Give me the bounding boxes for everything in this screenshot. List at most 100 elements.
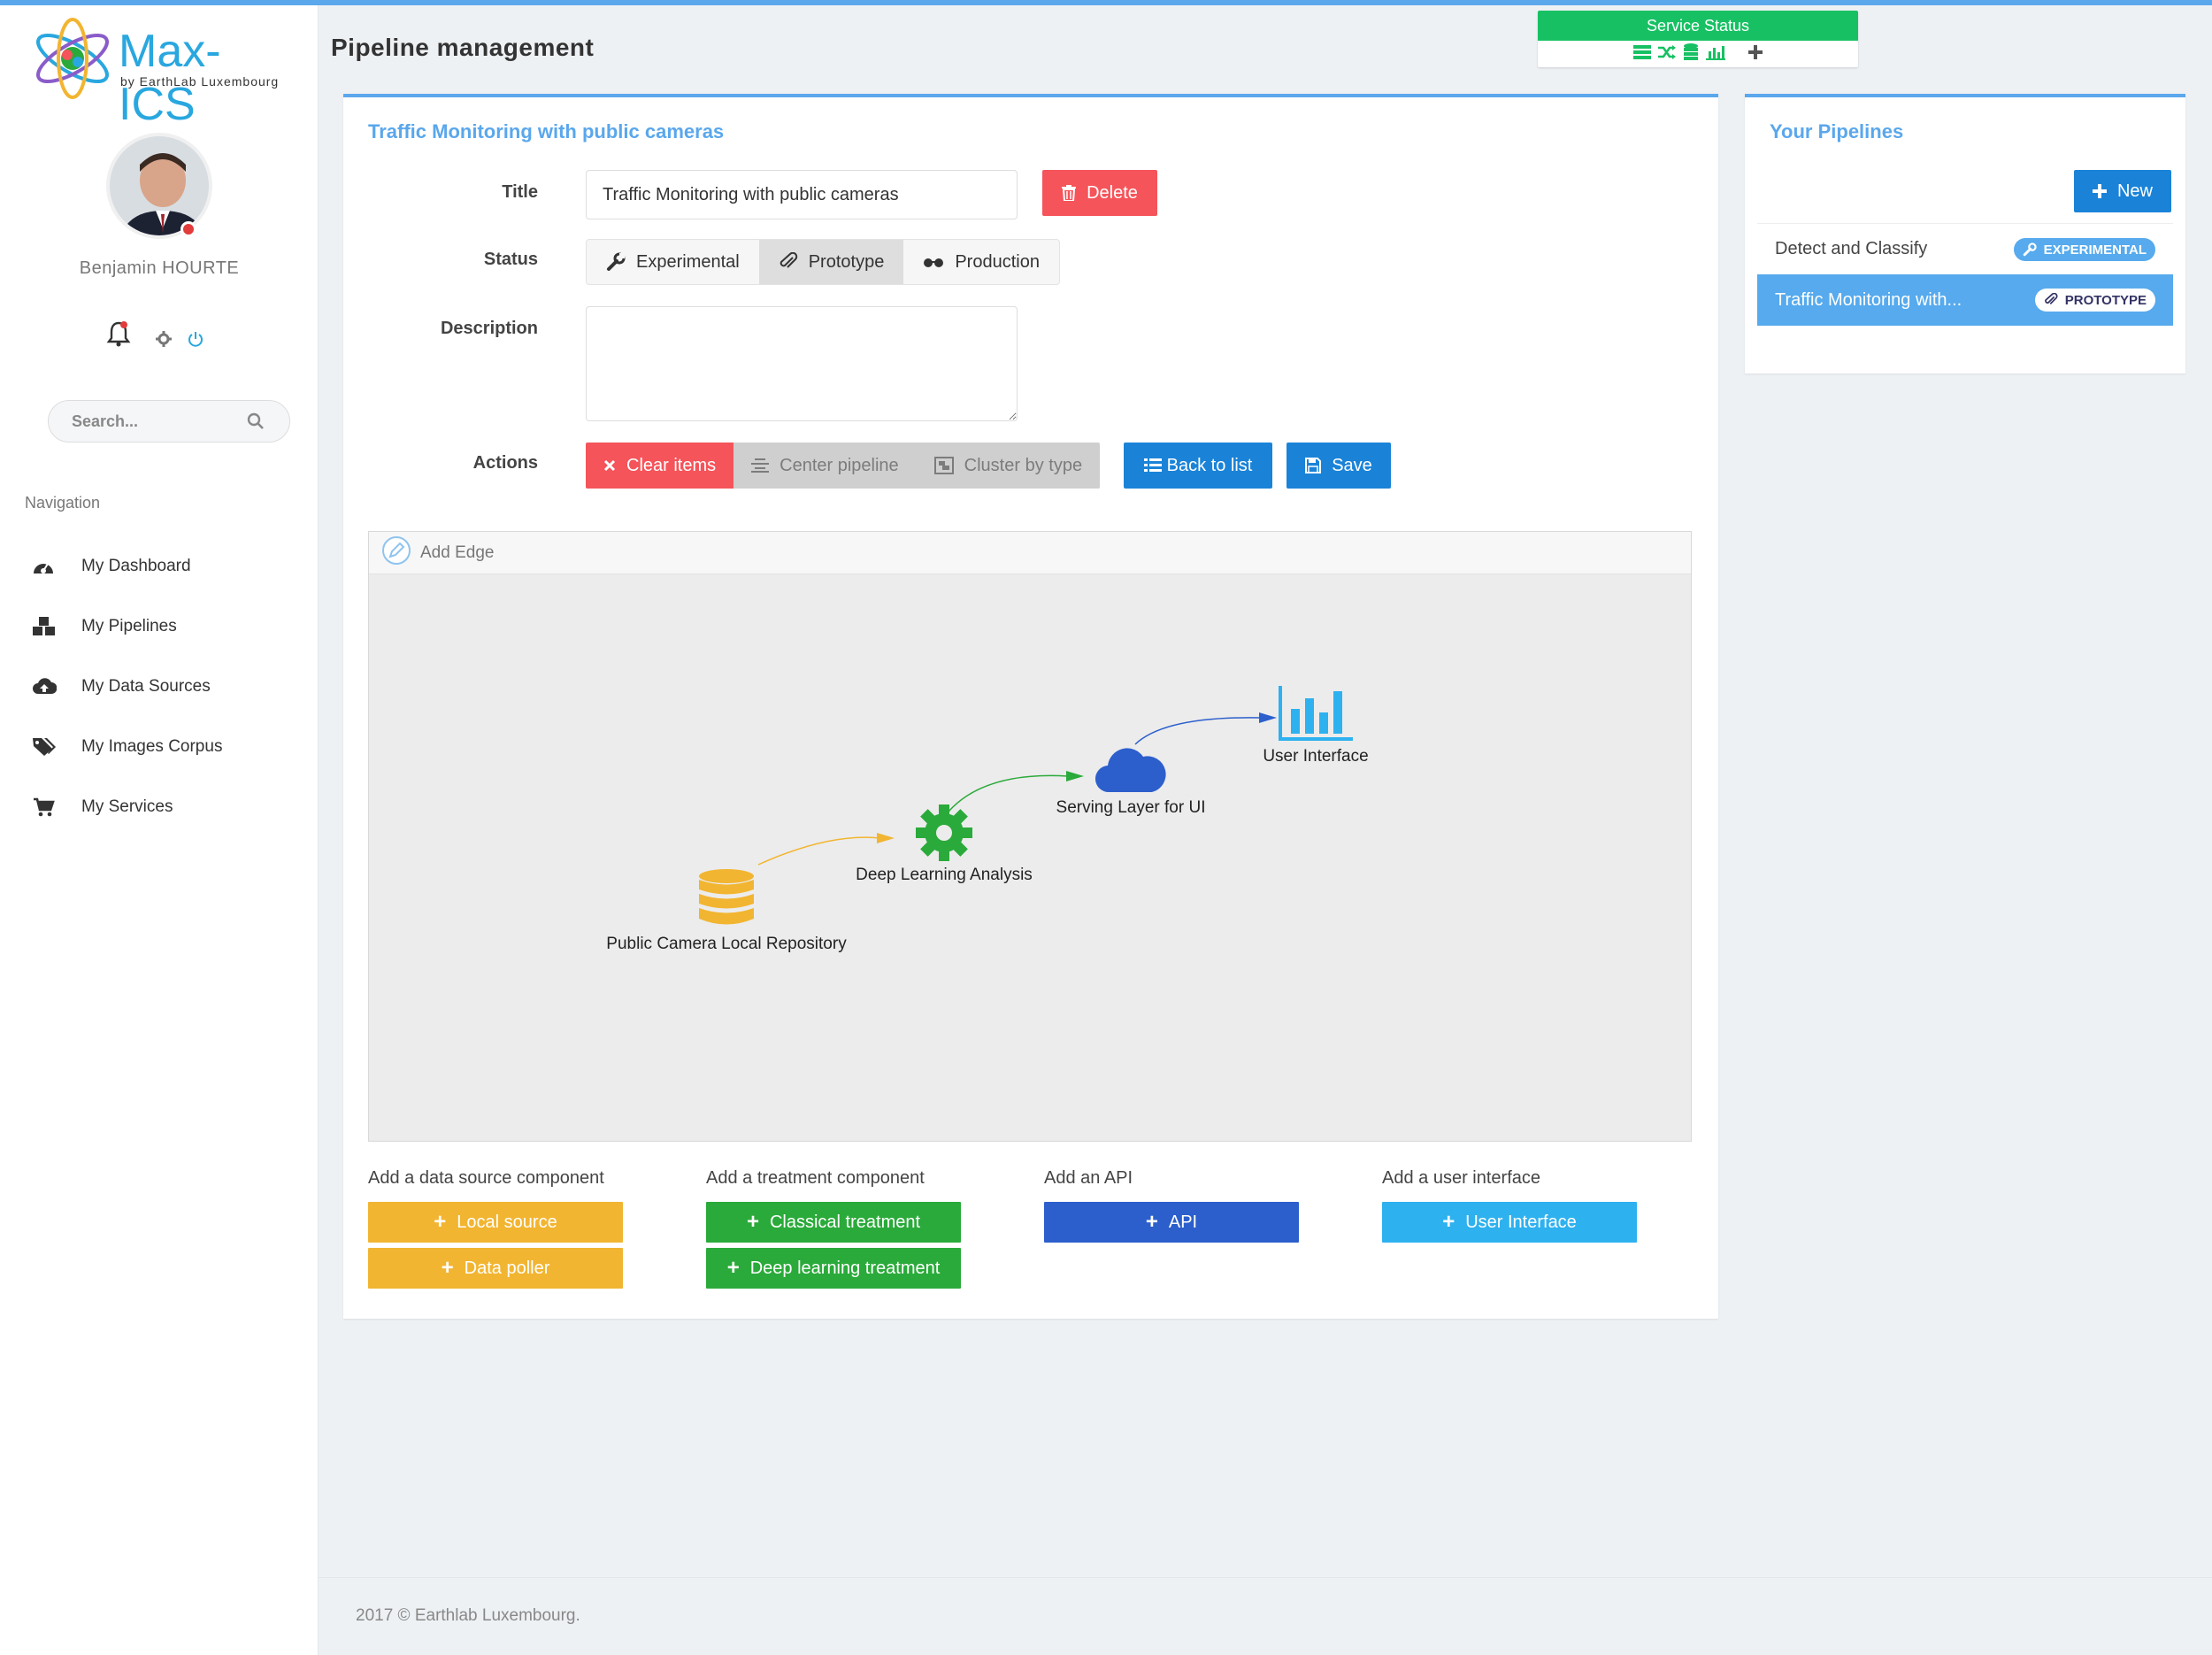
nav-item-images-corpus[interactable]: My Images Corpus <box>0 717 319 777</box>
plus-icon: + <box>726 1256 740 1280</box>
status-option-label: Production <box>955 251 1040 272</box>
add-data-source-title: Add a data source component <box>368 1168 604 1188</box>
top-accent-line <box>0 0 2212 5</box>
wrench-icon <box>2023 242 2037 257</box>
glasses-icon <box>923 255 944 269</box>
node-label: Deep Learning Analysis <box>856 866 1033 884</box>
pipeline-canvas[interactable]: Add Edge Public Camera Local Repository … <box>368 531 1692 1142</box>
your-pipelines-card: Your Pipelines New Detect and Classify E… <box>1745 94 2185 373</box>
status-experimental-button[interactable]: Experimental <box>587 240 759 284</box>
search-icon[interactable] <box>247 412 265 435</box>
page-title: Pipeline management <box>331 34 595 61</box>
status-option-label: Prototype <box>808 251 885 272</box>
back-to-list-label: Back to list <box>1166 455 1253 475</box>
sidebar: Max-ICS by EarthLab Luxembourg Benjamin … <box>0 5 319 1655</box>
add-api-title: Add an API <box>1044 1168 1133 1188</box>
node-user-interface[interactable]: User Interface <box>1201 686 1431 766</box>
tags-icon <box>32 736 60 758</box>
plus-icon: + <box>1145 1210 1158 1234</box>
nav-label: My Services <box>81 797 173 816</box>
avatar[interactable] <box>106 133 212 239</box>
status-prototype-button[interactable]: Prototype <box>758 240 904 284</box>
add-treatment-title: Add a treatment component <box>706 1168 925 1188</box>
gear-icon[interactable] <box>156 331 172 351</box>
footer-text: 2017 © Earthlab Luxembourg. <box>356 1606 580 1625</box>
node-label: Serving Layer for UI <box>1056 798 1206 817</box>
deep-learning-treatment-button[interactable]: + Deep learning treatment <box>706 1248 961 1289</box>
back-to-list-button[interactable]: Back to list <box>1124 443 1272 489</box>
button-label: Local source <box>457 1212 557 1232</box>
pipeline-list-item[interactable]: Detect and Classify Experimental <box>1757 223 2173 274</box>
user-tools <box>106 319 221 354</box>
plus-icon: + <box>1442 1210 1455 1234</box>
bar-chart-icon <box>1279 686 1353 741</box>
align-center-icon <box>751 458 770 473</box>
card-title: Traffic Monitoring with public cameras <box>368 120 725 142</box>
app-logo[interactable]: Max-ICS by EarthLab Luxembourg <box>28 14 294 130</box>
database-icon <box>699 869 754 925</box>
status-production-button[interactable]: Production <box>903 240 1059 284</box>
database-icon[interactable] <box>1683 42 1699 65</box>
service-status-icons <box>1538 41 1858 67</box>
cloud-upload-icon <box>32 676 60 697</box>
bell-icon[interactable] <box>106 320 131 351</box>
nav-item-data-sources[interactable]: My Data Sources <box>0 657 319 717</box>
delete-button[interactable]: Delete <box>1042 170 1157 216</box>
data-poller-button[interactable]: + Data poller <box>368 1248 623 1289</box>
nav-list: My Dashboard My Pipelines My Data Source… <box>0 536 319 837</box>
nav-label: My Pipelines <box>81 617 177 635</box>
nav-item-dashboard[interactable]: My Dashboard <box>0 536 319 597</box>
shuffle-icon[interactable] <box>1658 44 1676 65</box>
paperclip-icon <box>2044 293 2058 307</box>
actions-group: Clear items Center pipeline Cluster by t… <box>586 443 1101 489</box>
save-label: Save <box>1332 455 1372 475</box>
server-icon[interactable] <box>1633 44 1651 65</box>
clear-items-label: Clear items <box>626 455 717 475</box>
title-input[interactable] <box>586 170 1018 219</box>
button-label: Deep learning treatment <box>749 1258 941 1278</box>
nav-title: Navigation <box>25 494 101 512</box>
cubes-icon <box>32 616 60 637</box>
delete-label: Delete <box>1087 182 1138 203</box>
user-interface-button[interactable]: + User Interface <box>1382 1202 1637 1243</box>
object-group-icon <box>933 457 954 474</box>
wrench-icon <box>606 252 626 272</box>
description-textarea[interactable] <box>586 306 1018 421</box>
center-pipeline-label: Center pipeline <box>780 455 899 475</box>
nav-item-services[interactable]: My Services <box>0 777 319 837</box>
badge-label: Prototype <box>2064 292 2147 308</box>
api-button[interactable]: + API <box>1044 1202 1299 1243</box>
node-label: Public Camera Local Repository <box>606 935 847 953</box>
actions-label: Actions <box>472 453 538 473</box>
close-icon <box>603 459 616 472</box>
nav-label: My Data Sources <box>81 677 211 696</box>
gear-icon <box>916 804 972 861</box>
search-input[interactable] <box>72 410 249 433</box>
pipeline-list-item[interactable]: Traffic Monitoring with... Prototype <box>1757 274 2173 326</box>
nav-item-pipelines[interactable]: My Pipelines <box>0 597 319 657</box>
plus-icon: + <box>441 1256 454 1280</box>
new-pipeline-button[interactable]: New <box>2074 170 2171 212</box>
save-button[interactable]: Save <box>1286 443 1391 489</box>
bar-chart-icon[interactable] <box>1706 44 1725 65</box>
nav-label: My Dashboard <box>81 557 191 575</box>
service-status-widget[interactable]: Service Status <box>1538 11 1858 67</box>
user-name: Benjamin HOURTE <box>79 258 240 278</box>
status-option-label: Experimental <box>636 251 740 272</box>
paperclip-icon <box>779 252 798 272</box>
title-label: Title <box>502 182 538 202</box>
clear-items-button[interactable]: Clear items <box>586 443 734 489</box>
power-icon[interactable] <box>188 331 204 351</box>
service-status-label: Service Status <box>1538 11 1858 41</box>
pipeline-title: Detect and Classify <box>1775 239 1928 258</box>
plus-icon: + <box>434 1210 447 1234</box>
user-portrait-icon <box>110 136 209 235</box>
atom-logo-icon <box>36 18 109 99</box>
local-source-button[interactable]: + Local source <box>368 1202 623 1243</box>
cluster-by-type-button[interactable]: Cluster by type <box>916 443 1101 489</box>
classical-treatment-button[interactable]: + Classical treatment <box>706 1202 961 1243</box>
cloud-icon <box>1094 748 1166 793</box>
status-dot <box>180 221 196 237</box>
center-pipeline-button[interactable]: Center pipeline <box>733 443 917 489</box>
plus-icon[interactable] <box>1748 44 1763 64</box>
